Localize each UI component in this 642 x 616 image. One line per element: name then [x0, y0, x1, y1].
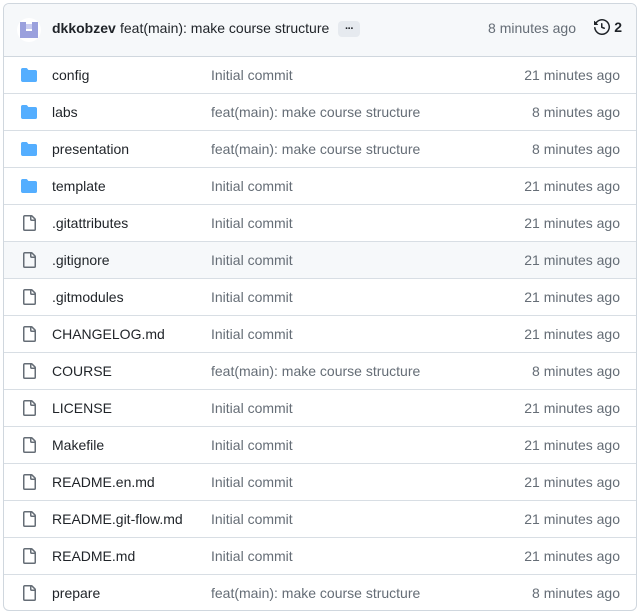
- commit-message-link[interactable]: feat(main): make course structure: [120, 20, 329, 36]
- expand-commit-button[interactable]: ···: [338, 21, 360, 37]
- history-icon: [594, 19, 611, 35]
- commit-time: 8 minutes ago: [488, 20, 576, 36]
- file-icon: [21, 585, 37, 601]
- commit-time: 21 minutes ago: [524, 511, 620, 527]
- file-name-link[interactable]: LICENSE: [52, 400, 112, 416]
- commit-time: 21 minutes ago: [524, 326, 620, 342]
- file-icon: [21, 326, 37, 342]
- file-row[interactable]: labs feat(main): make course structure 8 m…: [4, 94, 636, 131]
- commit-time: 21 minutes ago: [524, 67, 620, 83]
- file-icon: [21, 400, 37, 416]
- file-icon: [21, 474, 37, 490]
- folder-icon: [21, 141, 37, 157]
- commit-message-link[interactable]: Initial commit: [211, 178, 293, 194]
- commit-message-link[interactable]: Initial commit: [211, 511, 293, 527]
- file-row[interactable]: prepare feat(main): make course structure…: [4, 575, 636, 610]
- file-name-link[interactable]: .gitignore: [52, 252, 110, 268]
- file-name-link[interactable]: README.md: [52, 548, 135, 564]
- file-row[interactable]: presentation feat(main): make course stru…: [4, 131, 636, 168]
- ellipsis-icon: ···: [345, 23, 354, 35]
- commit-author-link[interactable]: dkkobzev: [52, 20, 116, 36]
- commit-time: 21 minutes ago: [524, 178, 620, 194]
- commit-message-link[interactable]: feat(main): make course structure: [211, 141, 420, 157]
- commit-time: 21 minutes ago: [524, 548, 620, 564]
- file-icon: [21, 215, 37, 231]
- latest-commit-bar: dkkobzev feat(main): make course structu…: [4, 4, 636, 57]
- file-row[interactable]: Makefile Initial commit 21 minutes ago: [4, 427, 636, 464]
- file-name-link[interactable]: Makefile: [52, 437, 104, 453]
- commit-message-link[interactable]: Initial commit: [211, 548, 293, 564]
- file-icon: [21, 252, 37, 268]
- file-row[interactable]: config Initial commit 21 minutes ago: [4, 57, 636, 94]
- file-name-link[interactable]: README.en.md: [52, 474, 155, 490]
- file-icon: [21, 289, 37, 305]
- commit-time: 21 minutes ago: [524, 215, 620, 231]
- file-icon: [21, 437, 37, 453]
- history-count: 2: [614, 19, 622, 35]
- commit-message-link[interactable]: Initial commit: [211, 400, 293, 416]
- file-row[interactable]: .gitignore Initial commit 21 minutes ago: [4, 242, 636, 279]
- file-browser: dkkobzev feat(main): make course structu…: [3, 3, 637, 611]
- file-row[interactable]: CHANGELOG.md Initial commit 21 minutes ago: [4, 316, 636, 353]
- commit-time: 8 minutes ago: [532, 141, 620, 157]
- file-icon: [21, 548, 37, 564]
- avatar[interactable]: [17, 18, 41, 42]
- file-row[interactable]: .gitattributes Initial commit 21 minutes a…: [4, 205, 636, 242]
- file-row[interactable]: README.git-flow.md Initial commit 21 minut…: [4, 501, 636, 538]
- file-row[interactable]: .gitmodules Initial commit 21 minutes ago: [4, 279, 636, 316]
- history-button[interactable]: 2: [594, 19, 622, 35]
- commit-message-link[interactable]: Initial commit: [211, 326, 293, 342]
- file-row[interactable]: LICENSE Initial commit 21 minutes ago: [4, 390, 636, 427]
- file-name-link[interactable]: .gitattributes: [52, 215, 128, 231]
- file-name-link[interactable]: labs: [52, 104, 78, 120]
- file-icon: [21, 511, 37, 527]
- file-name-link[interactable]: CHANGELOG.md: [52, 326, 165, 342]
- file-icon: [21, 363, 37, 379]
- commit-message-link[interactable]: feat(main): make course structure: [211, 104, 420, 120]
- commit-time: 21 minutes ago: [524, 474, 620, 490]
- commit-message-link[interactable]: Initial commit: [211, 215, 293, 231]
- file-row[interactable]: README.en.md Initial commit 21 minutes ago: [4, 464, 636, 501]
- file-name-link[interactable]: .gitmodules: [52, 289, 124, 305]
- file-row[interactable]: template Initial commit 21 minutes ago: [4, 168, 636, 205]
- avatar-icon: [20, 22, 38, 38]
- commit-time: 21 minutes ago: [524, 437, 620, 453]
- commit-message-link[interactable]: feat(main): make course structure: [211, 363, 420, 379]
- commit-time: 8 minutes ago: [532, 585, 620, 601]
- file-name-link[interactable]: prepare: [52, 585, 100, 601]
- commit-message-link[interactable]: Initial commit: [211, 289, 293, 305]
- commit-message-link[interactable]: Initial commit: [211, 67, 293, 83]
- file-row[interactable]: README.md Initial commit 21 minutes ago: [4, 538, 636, 575]
- commit-time: 8 minutes ago: [532, 104, 620, 120]
- file-name-link[interactable]: README.git-flow.md: [52, 511, 183, 527]
- folder-icon: [21, 104, 37, 120]
- file-list: config Initial commit 21 minutes ago labs fe…: [4, 57, 636, 610]
- file-name-link[interactable]: presentation: [52, 141, 129, 157]
- folder-icon: [21, 178, 37, 194]
- commit-time: 21 minutes ago: [524, 400, 620, 416]
- file-name-link[interactable]: template: [52, 178, 106, 194]
- file-name-link[interactable]: COURSE: [52, 363, 112, 379]
- file-row[interactable]: COURSE feat(main): make course structure 8…: [4, 353, 636, 390]
- commit-message-link[interactable]: Initial commit: [211, 252, 293, 268]
- commit-time: 8 minutes ago: [532, 363, 620, 379]
- file-name-link[interactable]: config: [52, 67, 89, 83]
- commit-message-link[interactable]: Initial commit: [211, 437, 293, 453]
- commit-message-link[interactable]: Initial commit: [211, 474, 293, 490]
- folder-icon: [21, 67, 37, 83]
- commit-time: 21 minutes ago: [524, 252, 620, 268]
- commit-message-link[interactable]: feat(main): make course structure: [211, 585, 420, 601]
- commit-time: 21 minutes ago: [524, 289, 620, 305]
